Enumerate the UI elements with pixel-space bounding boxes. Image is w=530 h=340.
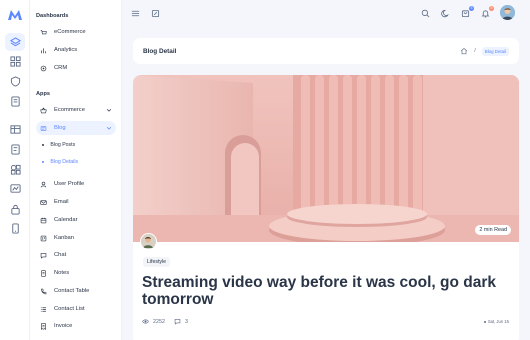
icon-rail [0,0,30,340]
author-avatar[interactable] [140,233,157,250]
breadcrumb-current: Blog Detail [481,46,509,56]
sidebar-item-analytics[interactable]: Analytics [36,43,116,57]
shield-icon[interactable] [8,74,22,88]
views-stat: 2252 [142,318,165,325]
mobile-icon[interactable] [8,221,22,235]
sidebar-item-label: Calendar [54,217,78,223]
sidebar-item-kanban[interactable]: Kanban [36,231,116,245]
ecommerce-icon [36,25,50,39]
sidebar-item-label: Email [54,199,69,205]
sidebar-item-blog[interactable]: Blog [36,121,116,135]
apps-icon[interactable] [150,8,161,19]
notes-icon [36,266,50,280]
sidebar-item-label: Notes [54,270,70,276]
user-icon [36,177,50,191]
invoice-icon [36,319,50,333]
breadcrumb: / Blog Detail [460,46,509,56]
post-date: Sat, Jun 15 [483,319,509,324]
read-time-badge: 2 min Read [475,225,511,235]
mail-icon [36,195,50,209]
widgets-icon[interactable] [8,162,22,176]
post-title: Streaming video way before it was cool, … [142,274,497,308]
crm-icon [36,61,50,75]
sidebar-item-label: User Profile [54,181,85,187]
phone-icon [36,284,50,298]
date-dot-icon [483,320,486,323]
chevron-down-icon [105,107,112,114]
basket-icon [36,103,50,117]
comments-count: 3 [185,318,188,325]
section-dashboards: Dashboards [36,13,69,19]
page-title: Blog Detail [143,47,177,55]
chat-icon [36,248,50,262]
pages-icon[interactable] [8,94,22,108]
comment-icon [174,319,181,325]
layers-icon[interactable] [5,33,25,51]
eye-icon [142,319,149,324]
logo-icon[interactable] [8,10,22,20]
lock-icon[interactable] [8,202,22,216]
sidebar-item-contact-table[interactable]: Contact Table [36,284,116,298]
section-apps: Apps [36,91,50,97]
sidebar-item-calendar[interactable]: Calendar [36,213,116,227]
hero-image [133,75,519,242]
table-icon[interactable] [8,122,22,136]
sidebar-item-label: Kanban [54,235,74,241]
forms-icon[interactable] [8,142,22,156]
home-icon[interactable] [460,47,468,55]
sidebar-item-label: Analytics [54,47,78,53]
sidebar-item-label: Invoice [54,323,73,329]
analytics-icon [36,43,50,57]
sidebar-item-notes[interactable]: Notes [36,266,116,280]
views-count: 2252 [153,318,165,325]
sidebar-item-label: Chat [54,252,67,258]
sidebar-item-label: eCommerce [54,29,86,35]
avatar[interactable] [500,5,515,20]
post-meta: 2252 3 [142,318,197,325]
cart-count-badge: 5 [469,6,474,11]
sidebar-item-email[interactable]: Email [36,195,116,209]
kanban-icon [36,231,50,245]
moon-icon[interactable] [440,8,451,19]
sidebar-item-label: Ecommerce [54,107,85,113]
breadcrumb-separator: / [474,48,476,54]
sidebar-item-label: Contact List [54,306,85,312]
sidebar-item-ecommerce-dashboard[interactable]: eCommerce [36,25,116,39]
chevron-down-icon [105,125,112,132]
bullet-icon [42,143,45,147]
page-header-card: Blog Detail / Blog Detail [133,38,519,64]
bell-icon[interactable]: 8 [480,6,494,19]
sidebar-item-contact-list[interactable]: Contact List [36,302,116,316]
chart-icon[interactable] [8,181,22,195]
sidebar-item-invoice[interactable]: Invoice [36,319,116,333]
bullet-icon [42,160,45,164]
sidebar-item-chat[interactable]: Chat [36,248,116,262]
sidebar-item-label: Blog [54,125,66,131]
sidebar-item-label: Blog Posts [50,142,76,148]
topbar: 5 8 [122,0,530,28]
sidebar: Dashboards eCommerce Analytics CRM Apps … [30,0,122,340]
sidebar-subitem-blog-posts[interactable]: Blog Posts [36,138,116,152]
sidebar-item-ecommerce-app[interactable]: Ecommerce [36,103,116,117]
sidebar-item-user-profile[interactable]: User Profile [36,177,116,191]
category-tag[interactable]: Lifestyle [143,257,171,267]
sidebar-item-label: Contact Table [54,288,90,294]
layout-icon[interactable] [8,54,22,68]
blog-detail-card: 2 min Read Lifestyle Streaming video way… [133,75,519,340]
menu-icon[interactable] [130,8,141,19]
search-icon[interactable] [420,8,431,19]
sidebar-item-label: Blog Details [50,159,79,165]
calendar-icon [36,213,50,227]
list-icon [36,302,50,316]
blog-icon [36,121,50,135]
post-date-text: Sat, Jun 15 [487,319,509,324]
sidebar-item-label: CRM [54,65,68,71]
comments-stat: 3 [174,318,188,325]
notification-count-badge: 8 [489,6,494,11]
sidebar-item-crm[interactable]: CRM [36,61,116,75]
sidebar-subitem-blog-details[interactable]: Blog Details [36,155,116,169]
cart-icon[interactable]: 5 [460,6,474,19]
